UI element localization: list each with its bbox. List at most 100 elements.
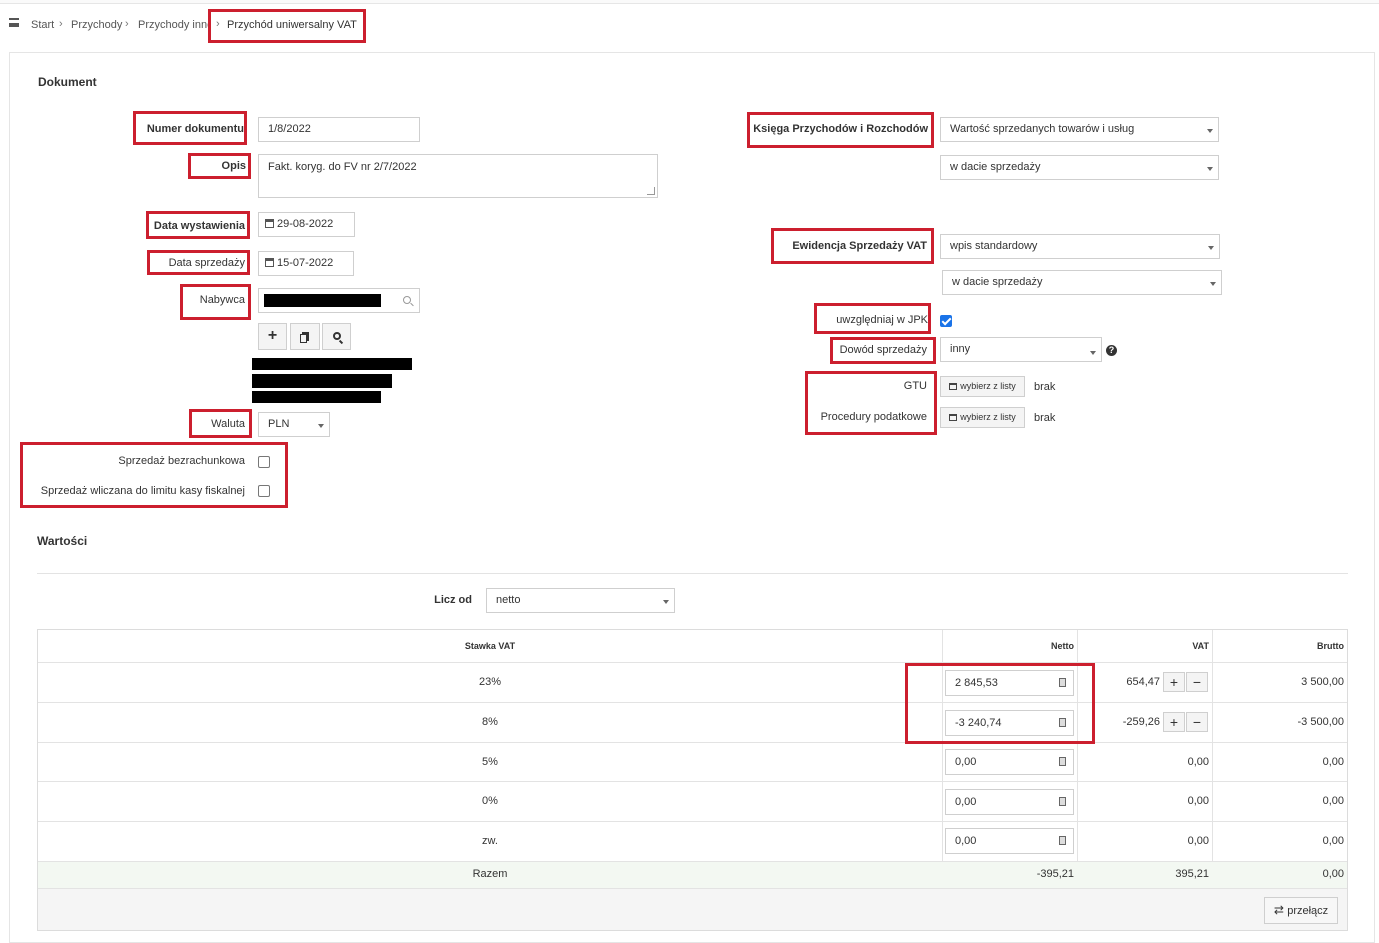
copy-contractor-button[interactable]	[290, 323, 320, 350]
netto-input[interactable]: 0,00	[945, 749, 1074, 775]
ksiega-data-value: w dacie sprzedaży	[950, 161, 1041, 173]
opis-textarea[interactable]: Fakt. koryg. do FV nr 2/7/2022	[258, 154, 658, 198]
add-contractor-button[interactable]: +	[258, 323, 287, 350]
vat-table: Stawka VAT Netto VAT Brutto 23% 2 845,53…	[37, 629, 1348, 931]
resize-handle-icon[interactable]	[647, 187, 655, 195]
brutto-cell: 3 500,00	[1301, 676, 1344, 688]
ewidencja-value: wpis standardowy	[950, 240, 1038, 252]
gtu-wybierz-button[interactable]: wybierz z listy	[940, 376, 1025, 397]
ewidencja-select[interactable]: wpis standardowy	[940, 234, 1220, 259]
highlight-waluta	[189, 409, 252, 438]
procedury-value: brak	[1034, 412, 1056, 424]
vat-plus-button[interactable]: +	[1163, 712, 1185, 732]
highlight-ewidencja	[771, 228, 934, 264]
list-icon	[949, 414, 958, 421]
licz-od-select[interactable]: netto	[486, 588, 675, 613]
highlight-data-wystawienia	[146, 211, 250, 239]
chevron-down-icon	[1208, 246, 1214, 250]
razem-vat: 395,21	[1175, 868, 1209, 880]
header-vat: VAT	[1192, 641, 1209, 651]
data-wystawienia-input[interactable]: 29-08-2022	[258, 212, 355, 237]
ksiega-data-select[interactable]: w dacie sprzedaży	[940, 155, 1219, 180]
breadcrumb-start[interactable]: Start	[31, 19, 54, 31]
table-footer	[38, 889, 1347, 930]
brutto-cell: -3 500,00	[1297, 716, 1344, 728]
redacted-address-line-2	[252, 374, 392, 388]
waluta-select[interactable]: PLN	[258, 412, 330, 437]
copy-icon-back	[300, 334, 307, 343]
procedury-wybierz-label: wybierz z listy	[960, 412, 1016, 422]
highlight-jpk	[814, 303, 931, 334]
help-icon[interactable]: ?	[1106, 345, 1117, 356]
vat-cell: 0,00	[1187, 756, 1209, 768]
chevron-down-icon	[1207, 129, 1213, 133]
search-icon-handle	[410, 302, 414, 307]
ksiega-value: Wartość sprzedanych towarów i usług	[950, 123, 1135, 135]
redacted-address-line-1	[252, 358, 412, 370]
licz-od-label: Licz od	[434, 594, 472, 606]
section-title-wartosci: Wartości	[37, 534, 88, 548]
dowod-sprzedazy-value: inny	[950, 343, 971, 355]
chevron-down-icon	[318, 424, 324, 428]
gtu-wybierz-label: wybierz z listy	[960, 381, 1016, 391]
ksiega-select[interactable]: Wartość sprzedanych towarów i usług	[940, 117, 1219, 142]
highlight-opis	[188, 153, 251, 179]
stawka-cell: 0%	[482, 795, 498, 807]
chevron-down-icon	[1090, 351, 1096, 355]
data-sprzedazy-value: 15-07-2022	[277, 257, 334, 269]
table-total-row: Razem -395,21 395,21 0,00	[38, 862, 1347, 889]
breadcrumb-przychody-inne[interactable]: Przychody inne	[138, 19, 208, 31]
table-row: zw. 0,00 0,00 0,00	[38, 822, 1347, 862]
search-contractor-button[interactable]	[322, 323, 351, 350]
breadcrumb-przychody[interactable]: Przychody	[71, 19, 122, 31]
jpk-checkbox[interactable]	[940, 315, 952, 327]
numer-dokumentu-input[interactable]: 1/8/2022	[258, 117, 420, 142]
data-wystawienia-value: 29-08-2022	[277, 218, 334, 230]
header-netto: Netto	[1051, 641, 1074, 651]
nabywca-input[interactable]	[258, 288, 420, 313]
table-row: 8% -3 240,74 -259,26 + − -3 500,00	[38, 703, 1347, 743]
breadcrumb-separator: ›	[125, 18, 129, 30]
table-row: 0% 0,00 0,00 0,00	[38, 782, 1347, 822]
stawka-cell: 23%	[478, 676, 502, 688]
brutto-cell: 0,00	[1322, 795, 1344, 807]
ewidencja-data-select[interactable]: w dacie sprzedaży	[942, 270, 1222, 295]
procedury-wybierz-button[interactable]: wybierz z listy	[940, 407, 1025, 428]
stawka-cell: zw.	[482, 835, 498, 847]
highlight-gtu-procedury	[805, 371, 937, 435]
razem-netto: -395,21	[1036, 868, 1074, 880]
list-icon	[949, 383, 958, 390]
netto-input[interactable]: 0,00	[945, 828, 1074, 854]
calculator-icon[interactable]	[1059, 757, 1066, 766]
opis-text: Fakt. koryg. do FV nr 2/7/2022	[268, 161, 417, 173]
calculator-icon[interactable]	[1059, 836, 1066, 845]
brutto-cell: 0,00	[1322, 835, 1344, 847]
search-icon-handle	[338, 339, 344, 345]
vat-minus-button[interactable]: −	[1186, 672, 1208, 692]
highlight-data-sprzedazy	[147, 250, 250, 275]
dowod-sprzedazy-select[interactable]: inny	[940, 337, 1102, 362]
vat-cell: 0,00	[1187, 795, 1209, 807]
vat-plus-button[interactable]: +	[1163, 672, 1185, 692]
highlight-numer	[133, 111, 247, 145]
header-brutto: Brutto	[1317, 641, 1344, 651]
vat-minus-button[interactable]: −	[1186, 712, 1208, 732]
highlight-nabywca	[180, 284, 251, 320]
redacted-nabywca	[264, 294, 381, 307]
menu-icon[interactable]	[9, 18, 19, 27]
stawka-cell: 8%	[482, 716, 498, 728]
redacted-address-line-3	[252, 391, 381, 403]
highlight-checkboxes	[20, 442, 288, 508]
przelacz-button[interactable]: ⇄ przełącz	[1264, 897, 1338, 924]
data-sprzedazy-input[interactable]: 15-07-2022	[258, 251, 354, 276]
netto-input[interactable]: 0,00	[945, 789, 1074, 815]
gtu-value: brak	[1034, 381, 1056, 393]
table-row: 23% 2 845,53 654,47 + − 3 500,00	[38, 663, 1347, 703]
netto-value: 0,00	[955, 756, 977, 768]
header-stawka: Stawka VAT	[464, 641, 516, 651]
vat-cell: 0,00	[1187, 835, 1209, 847]
licz-od-value: netto	[496, 594, 521, 606]
table-row: 5% 0,00 0,00 0,00	[38, 743, 1347, 782]
swap-icon: ⇄	[1273, 903, 1288, 917]
calculator-icon[interactable]	[1059, 797, 1066, 806]
